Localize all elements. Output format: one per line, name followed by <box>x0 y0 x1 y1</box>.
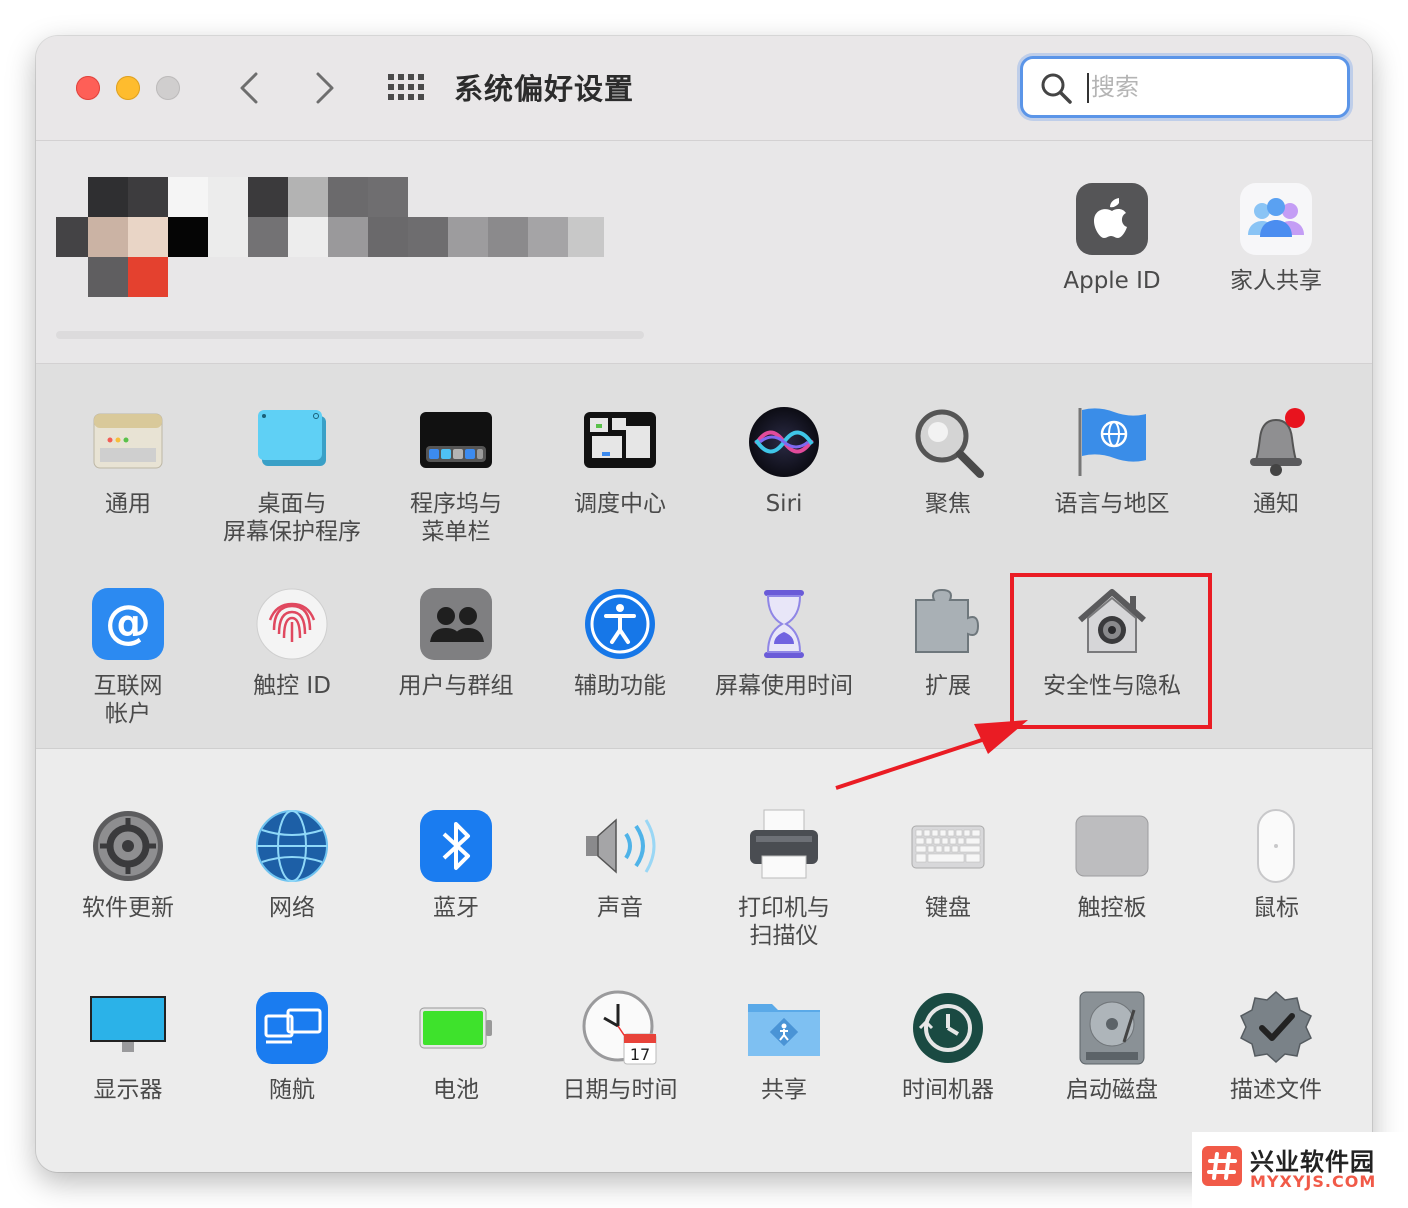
window-title: 系统偏好设置 <box>454 72 635 106</box>
puzzle-piece-icon <box>915 588 980 653</box>
search-input[interactable] <box>1091 69 1331 105</box>
checkmark-badge-icon <box>1240 990 1312 1064</box>
mouse-icon <box>1257 809 1295 883</box>
pref-label: 通知 <box>1253 491 1299 517</box>
fingerprint-icon <box>256 588 328 660</box>
zoom-button[interactable] <box>156 76 180 100</box>
forward-arrow-icon[interactable] <box>308 70 340 106</box>
bluetooth-icon <box>420 810 492 882</box>
pref-label: 日期与时间 <box>562 1077 678 1103</box>
pref-label: 触控 ID <box>253 673 331 699</box>
keyboard-icon <box>911 825 985 869</box>
highlight-box <box>1010 573 1212 729</box>
pref-label: 调度中心 <box>574 491 666 517</box>
pref-label: 屏幕使用时间 <box>715 673 853 699</box>
display-icon <box>90 996 166 1052</box>
text-caret <box>1087 73 1089 103</box>
pref-label: 显示器 <box>93 1077 163 1103</box>
titlebar: 系统偏好设置 <box>36 36 1372 141</box>
hardware-prefs-section <box>36 749 1372 1172</box>
time-machine-icon <box>913 993 983 1063</box>
globe-icon <box>256 810 328 882</box>
pref-label: 网络 <box>269 895 315 921</box>
watermark: 兴业软件园 MYXYJS.COM <box>1192 1132 1408 1208</box>
pref-label: 鼠标 <box>1253 895 1299 921</box>
pref-label: 电池 <box>433 1077 479 1103</box>
hard-disk-icon <box>1079 991 1145 1065</box>
battery-icon <box>419 1007 492 1049</box>
printer-icon <box>750 809 818 879</box>
svg-text:@: @ <box>105 595 151 649</box>
search-field[interactable] <box>1020 56 1350 118</box>
sharing-folder-icon <box>748 1004 820 1056</box>
siri-icon <box>749 407 819 477</box>
grid-view-icon[interactable] <box>386 72 426 102</box>
pref-label: 启动磁盘 <box>1066 1077 1158 1103</box>
watermark-url: MYXYJS.COM <box>1250 1172 1377 1191</box>
account-section: Apple ID 家人共享 <box>36 141 1372 364</box>
at-sign-icon: @ <box>92 588 164 660</box>
apple-id-label: Apple ID <box>1063 268 1161 294</box>
pref-label: 时间机器 <box>902 1077 994 1103</box>
hash-logo-icon <box>1202 1146 1242 1186</box>
account-divider-bar <box>56 331 644 339</box>
pref-label: 共享 <box>761 1077 807 1103</box>
pref-label: 通用 <box>105 491 151 517</box>
pref-label: 程序坞与 菜单栏 <box>410 491 502 545</box>
pref-label: Siri <box>765 491 803 517</box>
pref-label: 触控板 <box>1077 895 1147 921</box>
apple-logo-icon <box>1076 183 1148 255</box>
search-icon <box>1041 73 1072 104</box>
general-icon <box>93 413 163 469</box>
spotlight-icon <box>915 409 984 478</box>
pref-label: 打印机与 扫描仪 <box>738 895 830 949</box>
pref-label: 蓝牙 <box>433 895 479 921</box>
pref-label: 描述文件 <box>1230 1077 1322 1103</box>
close-button[interactable] <box>76 76 100 100</box>
pref-label: 随航 <box>269 1077 315 1103</box>
pref-label: 桌面与 屏幕保护程序 <box>223 491 361 545</box>
red-arrow-icon <box>835 720 1028 790</box>
clock-calendar-icon: 17 <box>582 990 657 1065</box>
gear-icon <box>93 811 163 881</box>
sidecar-icon <box>256 992 328 1064</box>
pref-label: 聚焦 <box>925 491 971 517</box>
system-preferences-window: 系统偏好设置 搜索 Apple ID 家人共享 通用 桌面与 屏幕保护程序 程序… <box>36 36 1372 1172</box>
dock-menubar-icon <box>420 412 492 468</box>
pref-label: 键盘 <box>925 895 971 921</box>
minimize-button[interactable] <box>116 76 140 100</box>
pref-label: 辅助功能 <box>574 673 666 699</box>
trackpad-icon <box>1075 815 1149 877</box>
pref-label: 用户与群组 <box>398 673 514 699</box>
accessibility-icon <box>585 589 655 659</box>
pixelated-avatar[interactable] <box>56 177 616 297</box>
desktop-screensaver-icon <box>258 410 326 466</box>
pref-label: 声音 <box>597 895 643 921</box>
bell-icon <box>1250 408 1305 476</box>
svg-text:17: 17 <box>630 1045 650 1064</box>
speaker-icon <box>586 818 656 874</box>
pref-label: 语言与地区 <box>1054 491 1170 517</box>
family-sharing-icon <box>1240 183 1312 255</box>
pref-label: 软件更新 <box>82 895 174 921</box>
flag-globe-icon <box>1078 408 1146 476</box>
hourglass-icon <box>764 590 804 658</box>
pref-label: 互联网 帐户 <box>93 673 163 727</box>
back-arrow-icon[interactable] <box>234 70 266 106</box>
users-icon <box>420 588 492 660</box>
mission-control-icon <box>584 412 656 468</box>
family-sharing-label: 家人共享 <box>1230 268 1322 294</box>
